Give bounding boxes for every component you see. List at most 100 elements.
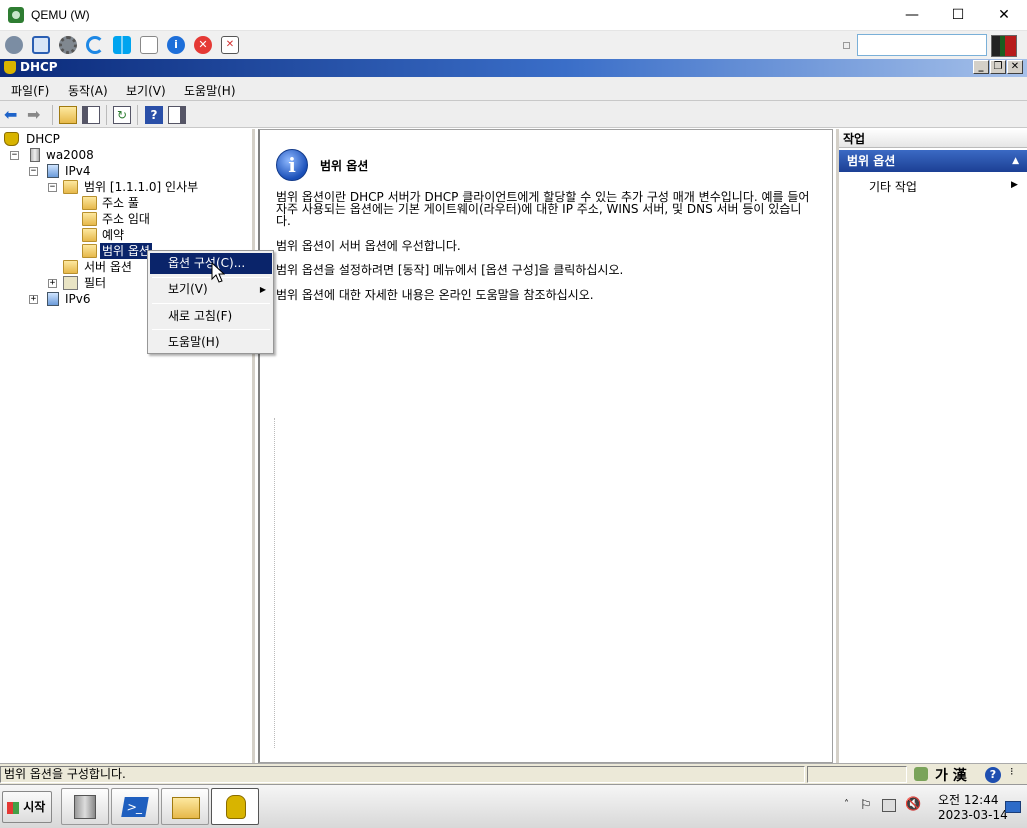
windows-flag-icon (7, 801, 19, 814)
status-text: 범위 옵션을 구성합니다. (0, 766, 805, 783)
menu-view[interactable]: 보기(V) (126, 82, 166, 99)
volume-muted-icon[interactable]: 🔇 (905, 797, 921, 812)
network-icon[interactable] (882, 799, 896, 812)
menu-help-item[interactable]: 도움말(H) (150, 332, 272, 353)
server-icon (30, 148, 40, 162)
ipv6-icon (47, 292, 59, 306)
flag-icon[interactable]: ⚐ (860, 798, 872, 813)
start-label: 시작 (23, 800, 46, 814)
maximize-button[interactable]: ☐ (935, 0, 981, 31)
taskbar-powershell[interactable]: >_ (111, 788, 159, 825)
dhcp-trophy-icon (4, 61, 16, 74)
qemu-titlebar: QEMU (W) — ☐ ✕ (0, 0, 1027, 31)
info-icon[interactable]: i (167, 36, 185, 54)
ime-toolbar: 가 漢 ? ⁝ (910, 765, 1027, 784)
qemu-app-icon (8, 7, 24, 23)
devices-icon[interactable] (5, 36, 23, 54)
content-title: 범위 옵션 (320, 159, 369, 173)
minimize-button[interactable]: — (889, 0, 935, 31)
actions-pane: 작업 범위 옵션 ▲ 기타 작업 ▶ (836, 129, 1027, 763)
mmc-minimize-button[interactable]: _ (973, 60, 989, 74)
expand-icon[interactable]: + (29, 295, 38, 304)
tree-label: wa2008 (46, 148, 94, 162)
taskbar-explorer[interactable] (161, 788, 209, 825)
system-tray: ˄ ⚐ 🔇 오전 12:44 2023-03-14 (838, 788, 1027, 826)
clock-time[interactable]: 오전 12:44 (938, 791, 998, 808)
taskbar-dhcp[interactable] (211, 788, 259, 825)
ime-help-icon[interactable]: ? (985, 767, 1001, 783)
show-hidden-icons-icon[interactable]: ˄ (844, 799, 849, 810)
tree-label: 주소 풀 (102, 196, 139, 210)
actions-section-header[interactable]: 범위 옵션 ▲ (839, 150, 1027, 172)
start-button[interactable]: 시작 (2, 791, 52, 823)
mmc-close-button[interactable]: ✕ (1007, 60, 1023, 74)
refresh-list-icon[interactable]: ↻ (113, 106, 131, 124)
settings-gear-icon[interactable] (59, 36, 77, 54)
help-paragraph: 범위 옵션에 대한 자세한 내용은 온라인 도움말을 참조하십시오. (276, 288, 594, 302)
ime-options-icon[interactable]: ⁝ (1010, 765, 1014, 778)
menu-help[interactable]: 도움말(H) (184, 82, 236, 99)
show-hide-tree-icon[interactable] (82, 106, 100, 124)
menu-action[interactable]: 동작(A) (68, 82, 108, 99)
qemu-command-input[interactable] (857, 34, 987, 56)
mmc-toolbar: ⬅ ➡ ↻ ? (0, 101, 1027, 128)
close-button[interactable]: ✕ (981, 0, 1027, 31)
taskbar-server-manager[interactable] (61, 788, 109, 825)
tree-label: 서버 옵션 (84, 260, 132, 274)
qemu-window-title: QEMU (W) (31, 8, 90, 22)
tree-label: 범위 [1.1.1.0] 인사부 (84, 180, 199, 194)
precedence-paragraph: 범위 옵션이 서버 옵션에 우선합니다. (276, 239, 461, 253)
document-icon[interactable] (140, 36, 158, 54)
submenu-arrow-icon: ▶ (259, 285, 266, 294)
dhcp-icon (226, 795, 246, 819)
toolbar-separator (106, 105, 107, 125)
scope-options-icon (82, 244, 97, 258)
mmc-restore-button[interactable]: ❐ (990, 60, 1006, 74)
tree-label: 범위 옵션 (99, 242, 153, 260)
forward-arrow-icon[interactable]: ➡ (27, 106, 45, 124)
stop-icon[interactable]: ✕ (194, 36, 212, 54)
ime-brush-icon[interactable] (914, 767, 928, 781)
menu-refresh[interactable]: 새로 고침(F) (150, 306, 272, 327)
tree-label: IPv4 (65, 164, 91, 178)
submenu-arrow-icon: ▶ (1011, 180, 1018, 190)
menu-file[interactable]: 파일(F) (11, 82, 49, 99)
windows-icon[interactable] (113, 36, 131, 54)
collapse-icon[interactable]: − (29, 167, 38, 176)
help-icon[interactable]: ? (145, 106, 163, 124)
qemu-toolbar: i ✕ ✕ (0, 31, 1027, 59)
powershell-icon: >_ (121, 797, 149, 817)
expand-icon[interactable]: + (48, 279, 57, 288)
taskbar: 시작 >_ ˄ ⚐ 🔇 오전 12:44 2023-03-14 (0, 784, 1027, 828)
server-manager-icon (74, 795, 96, 819)
mmc-window-title: DHCP (20, 60, 58, 74)
menu-separator (152, 303, 270, 304)
toolbar-separator (137, 105, 138, 125)
ime-mode-label[interactable]: 가 漢 (935, 765, 967, 785)
address-pool-icon (82, 196, 97, 210)
action-pane-toggle-icon[interactable] (168, 106, 186, 124)
reservations-icon (82, 228, 97, 242)
color-swatch-button[interactable] (991, 35, 1017, 57)
mouse-cursor-icon (211, 262, 225, 283)
clock-date[interactable]: 2023-03-14 (938, 808, 1008, 822)
guide-line (274, 418, 275, 748)
collapse-icon[interactable]: − (48, 183, 57, 192)
menubar: 파일(F) 동작(A) 보기(V) 도움말(H) (0, 77, 1027, 101)
show-desktop-icon[interactable] (1005, 801, 1021, 813)
more-actions-link[interactable]: 기타 작업 (869, 178, 917, 195)
info-icon: i (276, 149, 308, 181)
up-folder-icon[interactable] (59, 106, 77, 124)
checkbox-icon[interactable] (843, 42, 850, 49)
toolbar-separator (52, 105, 53, 125)
filter-icon (63, 276, 78, 290)
status-cell (807, 766, 907, 783)
back-arrow-icon[interactable]: ⬅ (4, 106, 22, 124)
tree-label: IPv6 (65, 292, 91, 306)
refresh-icon[interactable] (86, 36, 104, 54)
eject-icon[interactable]: ✕ (221, 36, 239, 54)
collapse-up-icon[interactable]: ▲ (1012, 150, 1019, 172)
fullscreen-icon[interactable] (32, 36, 50, 54)
collapse-icon[interactable]: − (10, 151, 19, 160)
address-leases-icon (82, 212, 97, 226)
